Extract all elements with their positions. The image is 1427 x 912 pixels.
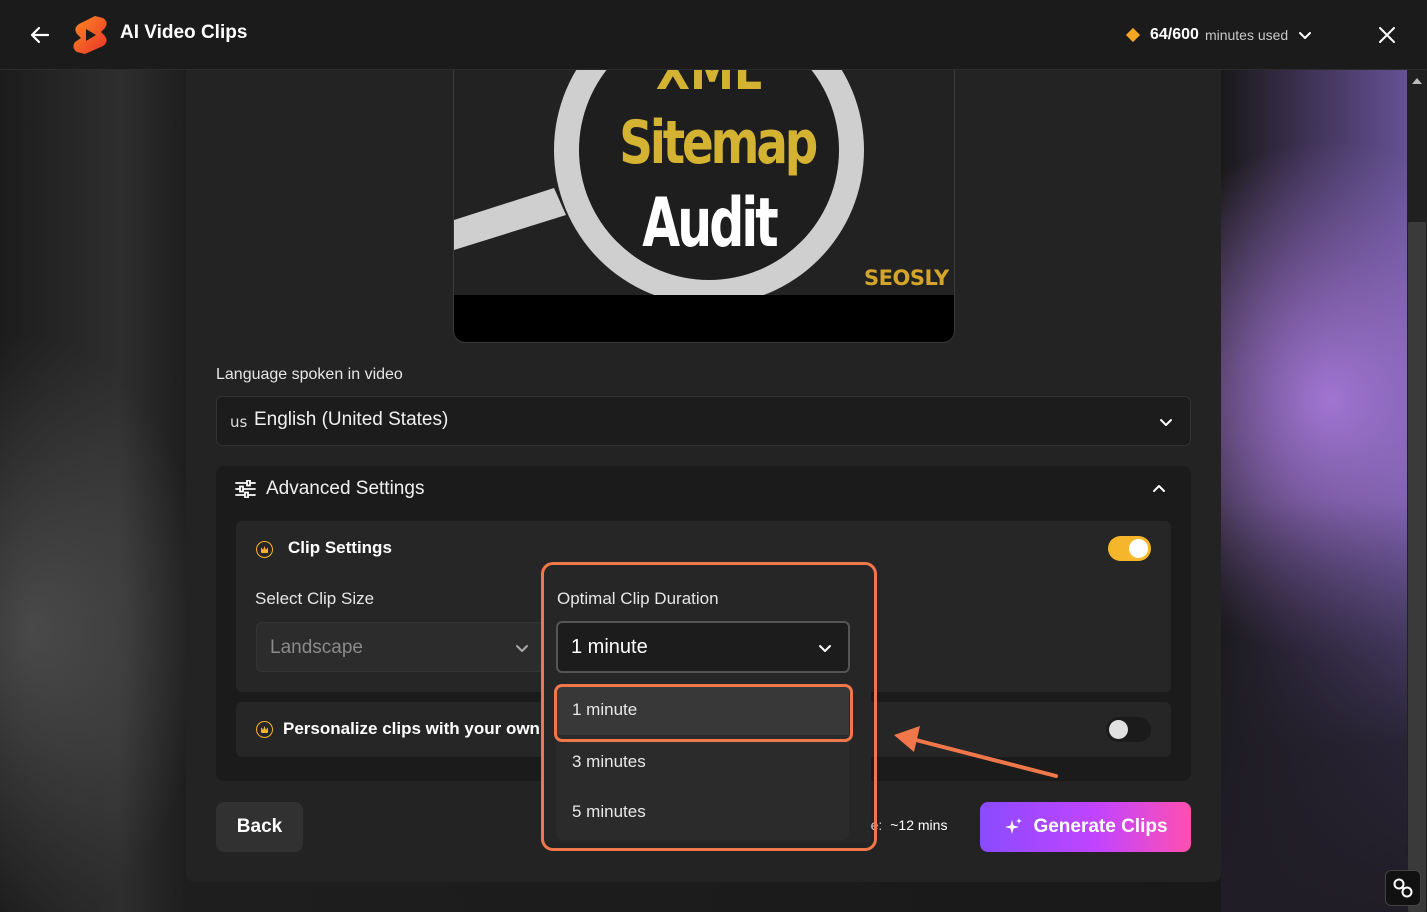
crown-icon	[256, 721, 273, 738]
usage-dropdown[interactable]: 64/600 minutes used	[1125, 24, 1312, 46]
scroll-up-arrow-icon[interactable]	[1412, 78, 1422, 84]
video-thumbnail: XML Sitemap Audit SEOSLY	[453, 70, 955, 343]
scrollbar-thumb[interactable]	[1408, 222, 1426, 912]
clip-settings-title: Clip Settings	[288, 538, 392, 557]
language-select[interactable]: us English (United States)	[216, 396, 1191, 446]
chevron-down-icon	[1299, 32, 1312, 39]
personalize-toggle[interactable]	[1106, 717, 1151, 742]
clip-size-label: Select Clip Size	[255, 589, 375, 608]
link-icon	[1393, 878, 1413, 898]
chevron-down-icon	[819, 645, 831, 652]
personalize-title: Personalize clips with your own	[283, 719, 540, 738]
duration-dropdown-menu: 1 minute 3 minutes 5 minutes	[556, 685, 849, 840]
duration-option-3-minutes[interactable]: 3 minutes	[556, 737, 849, 787]
us-flag-icon: us	[230, 413, 248, 431]
advanced-settings-title: Advanced Settings	[266, 478, 425, 499]
back-button[interactable]: Back	[216, 802, 303, 852]
thumbnail-brand: SEOSLY	[864, 266, 949, 290]
chevron-down-icon	[516, 645, 528, 652]
clip-size-select[interactable]: Landscape	[256, 622, 544, 672]
diamond-icon	[1125, 27, 1141, 43]
language-label: Language spoken in video	[216, 366, 403, 383]
usage-count: 64/600	[1150, 26, 1199, 43]
clip-duration-label: Optimal Clip Duration	[557, 589, 719, 608]
generate-clips-label: Generate Clips	[1033, 816, 1168, 837]
language-value: English (United States)	[254, 409, 449, 430]
crown-icon	[256, 541, 273, 558]
close-icon[interactable]	[1376, 24, 1398, 46]
chevron-down-icon	[1160, 419, 1172, 426]
clip-size-value: Landscape	[270, 637, 363, 658]
clip-settings-toggle[interactable]	[1108, 536, 1151, 561]
duration-option-5-minutes[interactable]: 5 minutes	[556, 787, 849, 837]
chevron-up-icon	[1153, 485, 1165, 492]
app-logo-icon	[73, 16, 107, 54]
sparkle-icon	[1005, 818, 1023, 834]
thumbnail-line1: XML	[655, 70, 763, 102]
generate-clips-button[interactable]: Generate Clips	[980, 802, 1191, 852]
thumbnail-line3: Audit	[642, 184, 778, 263]
duration-option-label: 3 minutes	[572, 752, 646, 771]
app-title: AI Video Clips	[120, 22, 248, 43]
top-bar: AI Video Clips 64/600 minutes used	[0, 0, 1427, 70]
advanced-settings-header[interactable]: Advanced Settings	[216, 466, 1191, 512]
duration-option-1-minute[interactable]: 1 minute	[556, 685, 849, 735]
link-helper-button[interactable]	[1385, 870, 1421, 906]
usage-estimate-value: ~12 mins	[890, 817, 948, 833]
back-arrow-icon[interactable]	[28, 23, 52, 47]
thumbnail-line2: Sitemap	[619, 108, 818, 178]
sliders-icon	[235, 480, 256, 498]
usage-unit: minutes used	[1204, 27, 1289, 43]
clip-duration-value: 1 minute	[571, 636, 648, 658]
duration-option-label: 5 minutes	[572, 802, 646, 821]
duration-option-label: 1 minute	[572, 700, 638, 719]
thumbnail-image: XML Sitemap Audit SEOSLY	[454, 70, 954, 295]
clip-duration-select[interactable]: 1 minute	[556, 621, 850, 673]
